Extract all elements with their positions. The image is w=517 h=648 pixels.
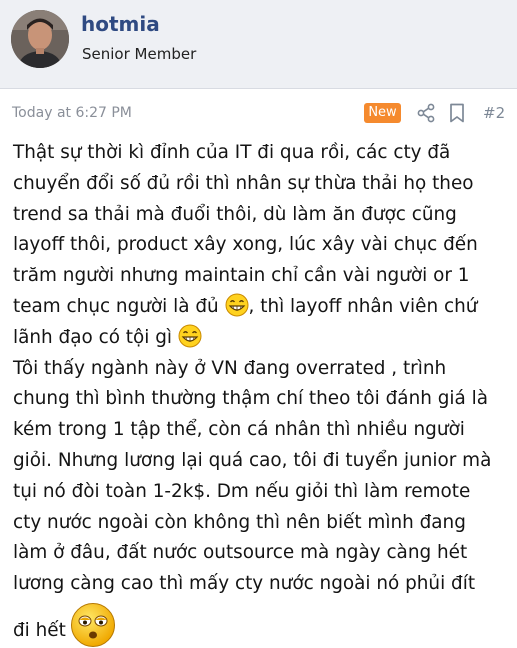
body-line-with-smiley: team chục người là đủ , thì layoff nhân … xyxy=(13,292,513,323)
body-text: , thì layoff nhân viên chứ xyxy=(248,295,478,317)
grin-smiley-icon xyxy=(178,324,202,348)
body-line: giỏi. Nhưng lương lại quá cao, tôi đi tu… xyxy=(13,449,492,471)
body-line-with-smiley: lãnh đạo có tội gì xyxy=(13,323,513,354)
body-line: layoff thôi, product xây xong, lúc xây v… xyxy=(13,234,478,256)
post-time[interactable]: Today at 6:27 PM xyxy=(12,105,132,121)
body-text: lãnh đạo có tội gì xyxy=(13,326,172,348)
post-number[interactable]: #2 xyxy=(483,104,505,122)
body-line: lương càng cao thì mấy cty nước ngoài nó… xyxy=(13,573,476,595)
avatar[interactable] xyxy=(11,10,69,68)
bookmark-icon[interactable] xyxy=(449,103,465,123)
user-title: Senior Member xyxy=(82,45,197,63)
body-line: Tôi thấy ngành này ở VN đang overrated ,… xyxy=(13,357,447,379)
body-line: trăm người nhưng maintain chỉ cần vài ng… xyxy=(13,265,470,287)
body-text: đi hết xyxy=(13,619,66,641)
share-icon[interactable] xyxy=(416,103,436,123)
new-badge: New xyxy=(364,103,401,123)
body-line: chuyển đổi số đủ rồi thì nhân sự thừa th… xyxy=(13,172,474,194)
grin-smiley-icon xyxy=(225,293,249,317)
body-line: Thật sự thời kì đỉnh của IT đi qua rồi, … xyxy=(13,142,451,163)
body-line: chung thì bình thường thậm chí theo tôi … xyxy=(13,388,489,410)
body-text: team chục người là đủ xyxy=(13,295,219,317)
username[interactable]: hotmia xyxy=(81,12,160,36)
dizzy-smiley-icon xyxy=(70,602,115,647)
body-line: kém trong 1 tập thể, còn cá nhân thì nhi… xyxy=(13,419,465,441)
post-body: Thật sự thời kì đỉnh của IT đi qua rồi, … xyxy=(13,138,513,648)
body-line: làm ở đâu, đất nước outsource mà ngày cà… xyxy=(13,542,468,564)
post-meta-bar: Today at 6:27 PM New #2 xyxy=(0,89,517,135)
body-line: cty nước ngoài còn không thì nên biết mì… xyxy=(13,511,466,533)
post-header: hotmia Senior Member xyxy=(0,0,517,89)
body-line: trend sa thải mà đuổi thôi, dù làm ăn đư… xyxy=(13,203,457,225)
body-line-with-smiley: đi hết xyxy=(13,602,513,648)
body-line: tụi nó đòi toàn 1-2k$. Dm nếu giỏi thì l… xyxy=(13,480,471,502)
